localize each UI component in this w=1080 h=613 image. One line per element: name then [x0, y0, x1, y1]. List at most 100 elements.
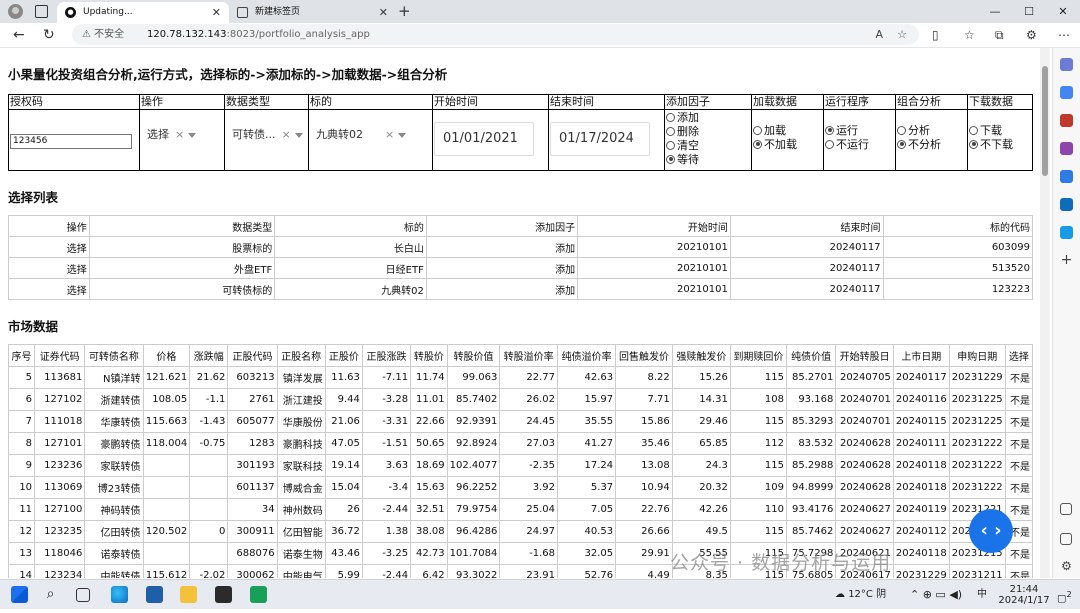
back-arrow-icon[interactable]: ← — [13, 23, 25, 47]
tag-icon[interactable] — [1060, 86, 1073, 99]
edge-icon[interactable] — [111, 586, 128, 603]
search-icon[interactable]: ⌕ — [42, 586, 59, 603]
factor-option-add[interactable]: 添加 — [666, 111, 750, 125]
address-bar[interactable]: ⚠ 不安全 120.78.132.143:8023/portfolio_anal… — [72, 24, 919, 45]
operation-select[interactable]: 选择 × — [147, 122, 223, 148]
clear-icon[interactable]: × — [175, 128, 184, 141]
analysis-option-no-analyze[interactable]: 不分析 — [897, 138, 966, 152]
download-option-download[interactable]: 下载 — [969, 124, 1031, 138]
games-icon[interactable] — [1060, 142, 1073, 155]
new-tab-plus-icon[interactable]: + — [398, 0, 411, 23]
clear-icon[interactable]: × — [385, 128, 394, 141]
tab-new[interactable]: 新建标签页 ✕ — [229, 2, 396, 23]
run-option-run[interactable]: 运行 — [825, 124, 894, 138]
auth-code-input[interactable]: 123456 — [10, 134, 132, 149]
radio-button[interactable] — [666, 112, 675, 122]
market-row[interactable]: 11 127100 神码转债 34 神州数码 26 -2.44 32.51 79.9754 25.… — [8, 498, 1034, 521]
search-icon[interactable] — [1060, 58, 1073, 71]
task-view-icon[interactable] — [76, 588, 90, 602]
market-row[interactable]: 10 113069 博23转债 601137 博威合金 15.04 -3.4 15.63 96.… — [8, 476, 1034, 499]
store-icon[interactable] — [215, 586, 232, 603]
drop-icon[interactable] — [1060, 226, 1073, 239]
radio-button[interactable] — [825, 139, 834, 149]
load-option-load[interactable]: 加载 — [753, 124, 822, 138]
favorites-icon[interactable]: ☆ — [964, 23, 975, 47]
minimize-icon[interactable]: — — [978, 0, 1012, 23]
toolbox-icon[interactable] — [1060, 114, 1073, 127]
clock[interactable]: 21:44 2024/1/17 — [996, 584, 1052, 606]
selection-row[interactable]: 选择 股票标的 长白山 添加 20210101 20240117 603099 — [8, 236, 1034, 258]
factor-option-clear[interactable]: 清空 — [666, 139, 750, 153]
table-cell: 42.26 — [671, 498, 731, 521]
factor-option-delete[interactable]: 删除 — [666, 125, 750, 139]
tray-icons[interactable]: ⌃ ⊕ ▭ ◀) — [910, 580, 962, 609]
close-icon[interactable]: ✕ — [212, 2, 221, 23]
selection-row[interactable]: 选择 外盘ETF 日经ETF 添加 20210101 20240117 513520 — [8, 257, 1034, 279]
windows-start-icon[interactable] — [11, 586, 28, 603]
start-date-input[interactable]: 01/01/2021 — [434, 122, 534, 156]
app-icon[interactable] — [250, 586, 267, 603]
close-icon[interactable]: ✕ — [379, 2, 388, 23]
factor-option-wait[interactable]: 等待 — [666, 153, 750, 167]
table-cell: 85.7402 — [446, 388, 501, 411]
selection-row[interactable]: 选择 可转债标的 九典转02 添加 20210101 20240117 123223 — [8, 278, 1034, 300]
radio-button[interactable] — [753, 125, 762, 135]
radio-button[interactable] — [897, 139, 906, 149]
tab-actions-icon[interactable] — [35, 5, 48, 18]
split-screen-icon[interactable]: ▯ — [932, 23, 939, 47]
table-cell: 10 — [8, 476, 36, 499]
target-select[interactable]: 九典转02 × — [316, 122, 431, 148]
market-row[interactable]: 8 127101 豪鹏转债 118.004 -0.75 1283 豪鹏科技 47.05 -1.5… — [8, 432, 1034, 455]
radio-button[interactable] — [897, 125, 906, 135]
column-header: 序号 — [8, 344, 36, 367]
market-row[interactable]: 5 113681 N镇洋转 121.621 21.62 603213 镇洋发展 11.63 -7… — [8, 366, 1034, 389]
favorite-star-icon[interactable]: ☆ — [897, 24, 907, 45]
profile-icon[interactable] — [8, 4, 23, 19]
weather-widget[interactable]: ☁ 12°C 阴 — [835, 580, 886, 609]
radio-button[interactable] — [666, 140, 675, 150]
tab-updating[interactable]: ● Updating... ✕ — [57, 2, 229, 23]
settings-gear-icon[interactable]: ⚙ — [1060, 560, 1073, 573]
radio-button[interactable] — [969, 139, 978, 149]
notification-icon[interactable]: ▢2 — [1057, 580, 1072, 613]
market-row[interactable]: 12 123235 亿田转债 120.502 0 300911 亿田智能 36.72 1.38 3… — [8, 520, 1034, 543]
ime-indicator[interactable]: 中 — [977, 580, 987, 609]
market-row[interactable]: 6 127102 浙建转债 108.05 -1.1 2761 浙江建投 9.44 -3.28 11… — [8, 388, 1034, 411]
radio-button[interactable] — [666, 154, 675, 164]
maximize-icon[interactable]: ☐ — [1012, 0, 1046, 23]
vertical-scrollbar[interactable] — [1040, 48, 1050, 578]
code-toggle-button[interactable]: ‹ › — [969, 509, 1013, 553]
outlook-icon[interactable] — [1060, 198, 1073, 211]
read-aloud-icon[interactable]: A — [875, 24, 883, 45]
data-type-select[interactable]: 可转债... × — [232, 122, 307, 148]
copilot-icon[interactable] — [1060, 170, 1073, 183]
close-window-icon[interactable]: ✕ — [1046, 0, 1080, 23]
market-row[interactable]: 7 111018 华康转债 115.663 -1.43 605077 华康股份 21.06 -3… — [8, 410, 1034, 433]
table-cell: 115.663 — [142, 410, 191, 433]
open-window-icon[interactable] — [1060, 533, 1072, 545]
refresh-icon[interactable]: ↻ — [43, 23, 55, 47]
radio-button[interactable] — [969, 125, 978, 135]
analysis-option-analyze[interactable]: 分析 — [897, 124, 966, 138]
add-icon[interactable]: + — [1060, 253, 1073, 267]
scrollbar-thumb[interactable] — [1042, 66, 1048, 176]
folder-icon[interactable] — [180, 586, 197, 603]
clear-icon[interactable]: × — [282, 128, 291, 141]
table-cell: 5.99 — [324, 564, 363, 578]
url-text[interactable]: 120.78.132.143:8023/portfolio_analysis_a… — [147, 24, 370, 45]
run-option-no-run[interactable]: 不运行 — [825, 138, 894, 152]
column-header: 操作 — [8, 215, 90, 237]
load-option-no-load[interactable]: 不加载 — [753, 138, 822, 152]
extensions-icon[interactable]: ⚙ — [1026, 23, 1037, 47]
mail-icon[interactable] — [146, 586, 163, 603]
radio-button[interactable] — [753, 139, 762, 149]
collections-icon[interactable]: ⧉ — [995, 23, 1004, 47]
radio-button[interactable] — [825, 125, 834, 135]
sidebar-panel-icon[interactable] — [1060, 503, 1072, 515]
download-option-no-download[interactable]: 不下载 — [969, 138, 1031, 152]
market-row[interactable]: 9 123236 家联转债 301193 家联科技 19.14 3.63 18.69 102.4… — [8, 454, 1034, 477]
not-secure-label[interactable]: ⚠ 不安全 — [82, 24, 124, 45]
radio-button[interactable] — [666, 126, 675, 136]
more-menu-icon[interactable]: ⋯ — [1058, 23, 1070, 47]
end-date-input[interactable]: 01/17/2024 — [550, 122, 650, 156]
